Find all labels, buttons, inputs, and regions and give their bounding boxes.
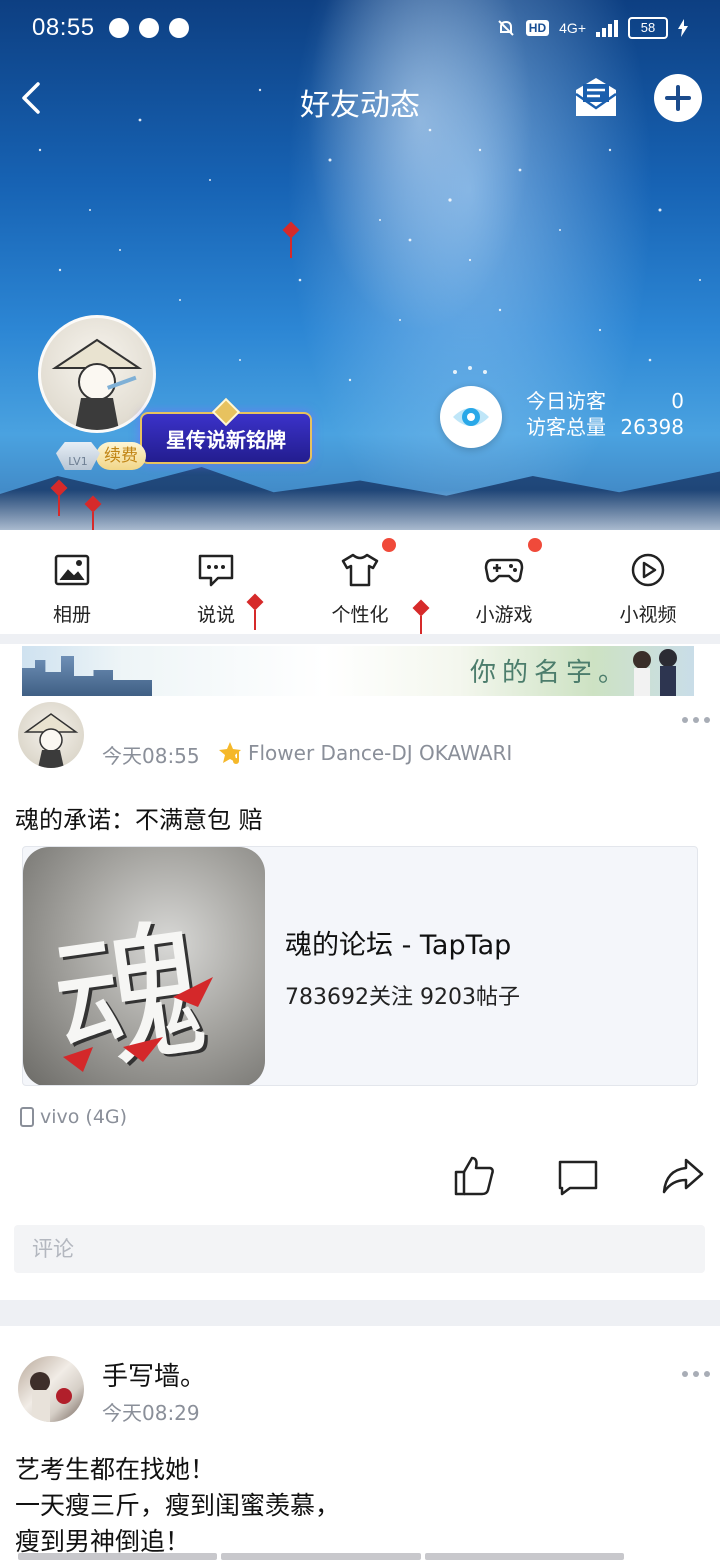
eye-icon <box>453 408 489 426</box>
today-visitors-label: 今日访客 <box>526 389 606 413</box>
feature-nav-row: 相册 说说 个性化 小游戏 小视频 <box>0 530 720 634</box>
status-right: HD 4G+ 58 <box>496 17 688 39</box>
post-image-thumb[interactable] <box>18 1553 218 1560</box>
chinese-knot-icon <box>246 593 264 630</box>
today-visitors-row: 今日访客 0 <box>526 388 684 414</box>
monk-cartoon-avatar-image <box>51 338 143 430</box>
shared-link-title: 魂的论坛 - TapTap <box>285 930 512 961</box>
hd-badge: HD <box>525 20 550 36</box>
post-text-line: 艺考生都在找她！ <box>15 1455 216 1484</box>
renew-button[interactable]: 续费 <box>96 442 146 470</box>
profile-avatar[interactable] <box>38 315 156 433</box>
post-decoration-banner: 你的名字。 <box>22 646 694 696</box>
chinese-knot-icon <box>50 479 68 516</box>
nav-item-minigame[interactable]: 小游戏 <box>432 530 576 634</box>
status-notification-icons <box>108 18 189 38</box>
total-visitors-row: 访客总量 26398 <box>526 414 684 440</box>
shared-link-thumbnail: 魂 <box>23 847 265 1085</box>
chinese-knot-icon <box>84 495 102 530</box>
today-visitors-value: 0 <box>671 389 684 413</box>
post-timestamp: 今天08:29 <box>102 1401 200 1425</box>
post-more-options-icon[interactable] <box>682 1371 710 1379</box>
phone-icon <box>20 1107 34 1127</box>
nav-label-album: 相册 <box>52 604 91 626</box>
music-star-icon <box>219 742 241 764</box>
battery-indicator: 58 <box>628 17 668 39</box>
monk-cartoon-avatar-image <box>23 713 79 768</box>
shared-link-stats: 783692关注 9203帖子 <box>285 985 520 1010</box>
nav-item-album[interactable]: 相册 <box>0 530 144 634</box>
post-text: 魂的承诺：不满意包 赔 <box>15 806 263 834</box>
signal-icon <box>596 19 618 37</box>
post-author-avatar[interactable] <box>18 1356 84 1422</box>
status-bar: 08:55 HD 4G+ 58 <box>0 0 720 56</box>
cloud-band <box>0 490 720 530</box>
nameplate-medal[interactable]: 星传说新铭牌 <box>140 397 312 464</box>
status-time: 08:55 <box>32 14 95 41</box>
messages-envelope-icon[interactable] <box>572 76 620 120</box>
post-image-thumb[interactable] <box>221 1553 421 1560</box>
nav-item-shortvideo[interactable]: 小视频 <box>576 530 720 634</box>
chat-bubble-icon <box>198 554 234 587</box>
post-author-name[interactable]: 手写墙。 <box>102 1356 206 1393</box>
post-image-strip[interactable] <box>0 1553 720 1560</box>
red-leaves-decoration <box>63 977 213 1072</box>
post-device: vivo (4G) <box>20 1106 127 1128</box>
device-name: vivo (4G) <box>40 1106 128 1128</box>
comment-input[interactable]: 评论 <box>14 1225 705 1273</box>
banner-cityscape <box>22 656 152 696</box>
nav-item-shuoshuo[interactable]: 说说 <box>144 530 288 634</box>
charging-icon <box>678 19 688 37</box>
mute-bell-icon <box>498 20 514 36</box>
new-badge-dot <box>382 538 396 552</box>
comment-bubble-icon[interactable] <box>556 1154 600 1198</box>
nav-label-minigame: 小游戏 <box>475 604 533 626</box>
girl-photo-avatar-image <box>30 1372 72 1422</box>
share-arrow-icon[interactable] <box>660 1154 704 1198</box>
banner-text: 你的名字。 <box>470 658 631 688</box>
play-video-icon <box>631 553 665 587</box>
upload-notification-icon <box>168 18 189 38</box>
publish-plus-button[interactable] <box>654 74 702 122</box>
medal-label: 星传说新铭牌 <box>166 427 286 452</box>
cover-background[interactable]: 08:55 HD 4G+ 58 好友动态 星传说新铭牌 LV1 续费 今日访客 … <box>0 0 720 530</box>
post-music[interactable]: Flower Dance-DJ OKAWARI <box>218 741 512 765</box>
post-text-line: 一天瘦三斤，瘦到闺蜜羡慕， <box>15 1491 341 1520</box>
app-notification-icon <box>108 18 129 38</box>
music-title: Flower Dance-DJ OKAWARI <box>248 741 513 765</box>
vip-level-badge[interactable]: LV1 续费 <box>56 440 146 472</box>
post-more-options-icon[interactable] <box>682 717 710 725</box>
post-timestamp: 今天08:55 <box>102 744 200 768</box>
nav-label-shortvideo: 小视频 <box>619 604 677 626</box>
shared-link-card[interactable]: 魂 魂的论坛 - TapTap 783692关注 9203帖子 <box>22 846 698 1086</box>
nav-label-shuoshuo: 说说 <box>196 604 235 626</box>
total-visitors-label: 访客总量 <box>526 415 606 439</box>
level-gem: LV1 <box>56 442 100 470</box>
visitors-eye-button[interactable] <box>440 386 502 448</box>
section-divider <box>0 634 720 644</box>
post-author-avatar[interactable] <box>18 702 84 768</box>
network-type: 4G+ <box>559 20 586 36</box>
plus-icon <box>665 85 691 111</box>
post-image-thumb[interactable] <box>424 1553 624 1560</box>
speed-notification-icon <box>138 18 159 38</box>
post-divider <box>0 1300 720 1326</box>
chinese-knot-icon <box>282 221 300 258</box>
like-thumbs-up-icon[interactable] <box>452 1154 496 1198</box>
gamepad-icon <box>484 558 524 583</box>
photo-album-icon <box>54 554 90 586</box>
nav-label-personalize: 个性化 <box>331 604 389 626</box>
chinese-knot-icon <box>412 599 430 636</box>
tshirt-icon <box>341 553 379 587</box>
title-bar: 好友动态 <box>0 66 720 136</box>
post-text: 艺考生都在找她！ 一天瘦三斤，瘦到闺蜜羡慕， 瘦到男神倒追！ <box>15 1452 340 1560</box>
banner-characters <box>633 649 677 696</box>
new-badge-dot <box>528 538 542 552</box>
visitor-stats[interactable]: 今日访客 0 访客总量 26398 <box>526 388 684 440</box>
total-visitors-value: 26398 <box>620 415 684 439</box>
